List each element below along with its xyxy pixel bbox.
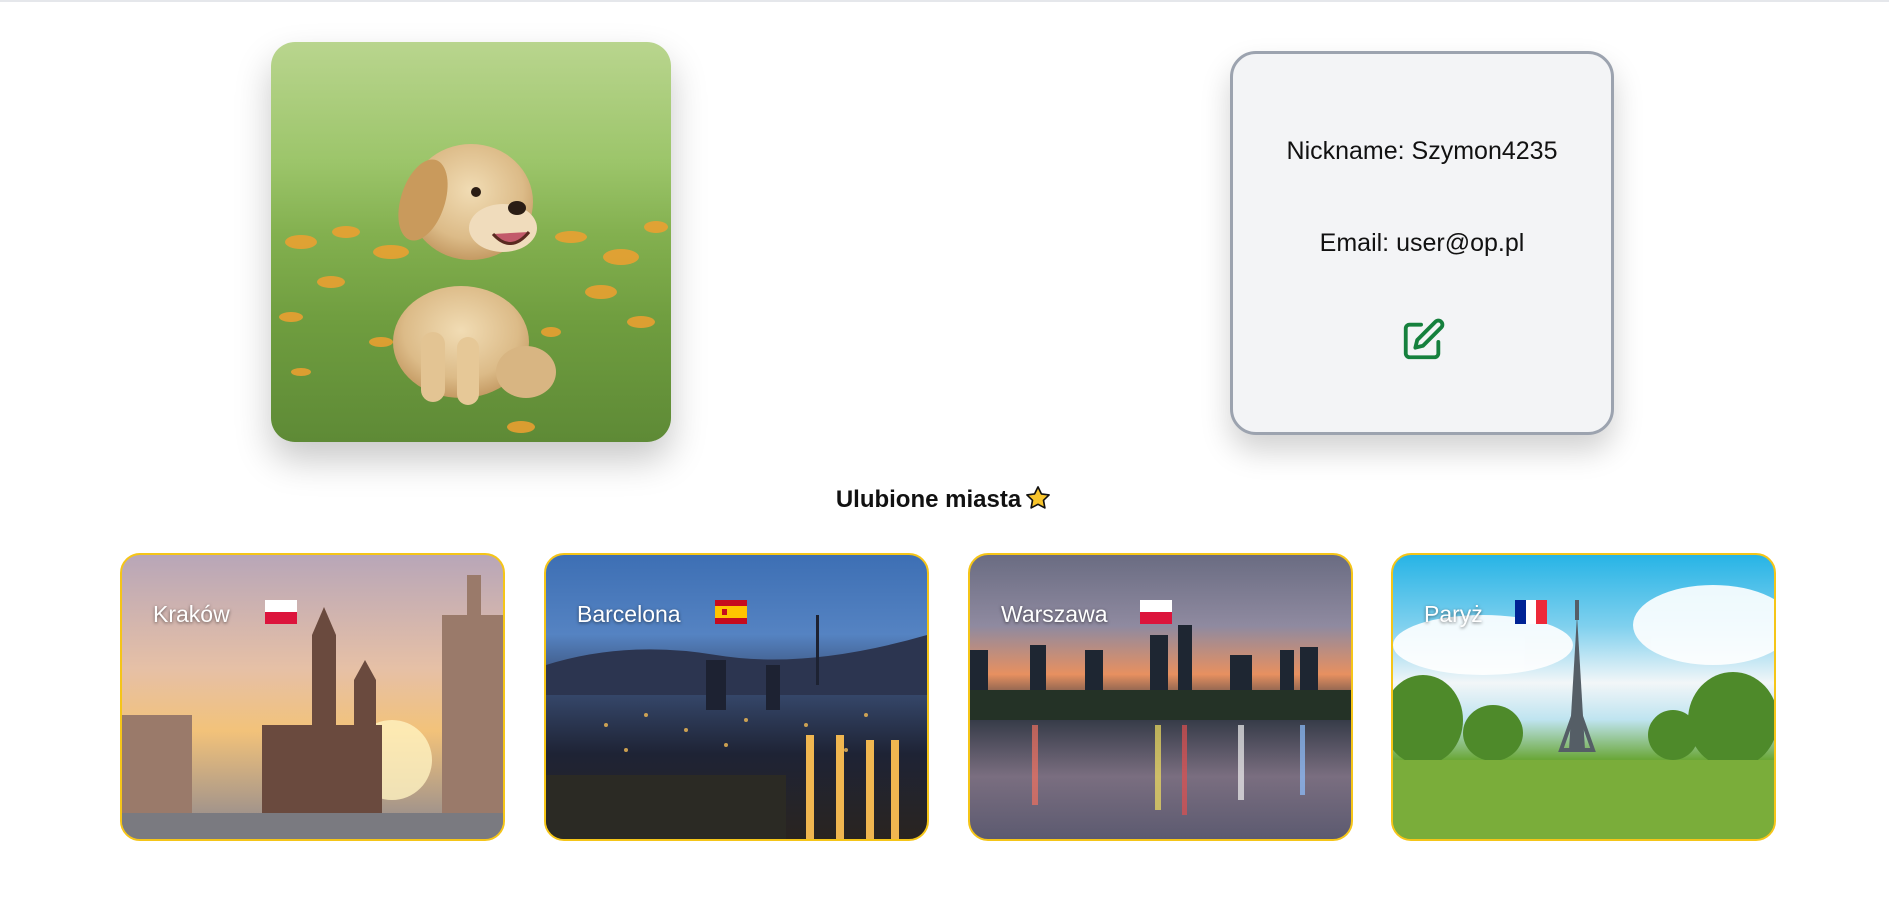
- city-card-paryz[interactable]: Paryż: [1391, 553, 1776, 841]
- city-name: Barcelona: [577, 601, 681, 627]
- edit-icon: [1403, 318, 1445, 360]
- city-name: Warszawa: [1001, 601, 1108, 627]
- puppy-image: [279, 144, 668, 433]
- poland-flag-icon: [265, 600, 297, 624]
- star-icon: [1023, 484, 1053, 519]
- city-name: Paryż: [1424, 601, 1483, 627]
- barcelona-photo: [546, 615, 927, 839]
- city-card-krakow[interactable]: Kraków: [120, 553, 505, 841]
- favorites-heading: Ulubione miasta: [0, 484, 1889, 519]
- top-divider: [0, 0, 1889, 2]
- city-name: Kraków: [153, 601, 230, 627]
- spain-flag-icon: [715, 600, 747, 624]
- france-flag-icon: [1515, 600, 1547, 624]
- profile-info-card: Nickname: Szymon4235 Email: user@op.pl: [1230, 51, 1614, 435]
- nickname-text: Nickname: Szymon4235: [1286, 137, 1558, 165]
- krakow-photo: [122, 575, 503, 839]
- favorites-title: Ulubione miasta: [835, 486, 1022, 513]
- paryz-photo: [1393, 585, 1774, 839]
- edit-profile-button[interactable]: [1400, 317, 1446, 363]
- email-text: Email: user@op.pl: [1319, 229, 1525, 257]
- profile-avatar: [271, 42, 671, 442]
- warszawa-photo: [970, 625, 1351, 815]
- city-card-barcelona[interactable]: Barcelona: [544, 553, 929, 841]
- poland-flag-icon: [1140, 600, 1172, 624]
- city-card-warszawa[interactable]: Warszawa: [968, 553, 1353, 841]
